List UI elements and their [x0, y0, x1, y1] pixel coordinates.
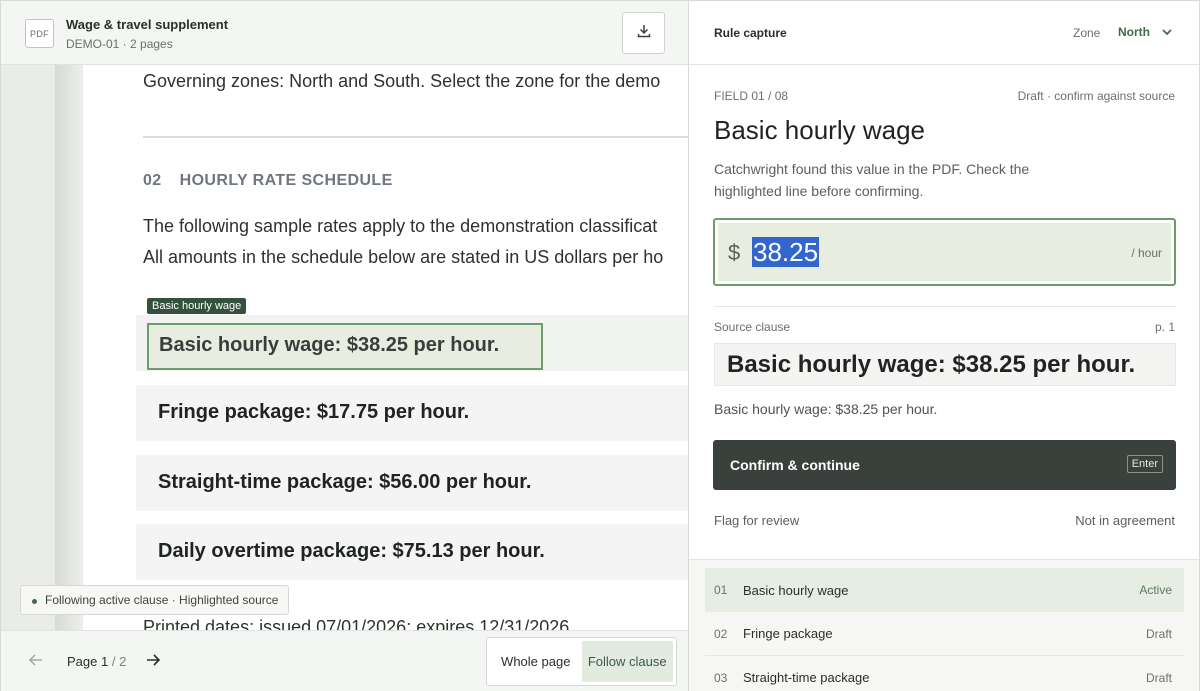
enter-key-hint: Enter — [1126, 455, 1163, 473]
arrow-left-icon — [28, 652, 44, 673]
rate-text-basic: Basic hourly wage: $38.25 per hour. — [159, 334, 500, 356]
next-page-button[interactable] — [142, 651, 164, 673]
intro-line-1: The following sample rates apply to the … — [143, 216, 658, 236]
value-amount[interactable]: 38.25 — [752, 237, 820, 267]
download-button[interactable] — [622, 12, 665, 54]
queue-item-number: 03 — [714, 670, 728, 685]
source-text: Basic hourly wage: $38.25 per hour. — [714, 401, 938, 417]
document-viewer: PDF Wage & travel supplement DEMO-01 · 2… — [0, 0, 689, 691]
active-clause-highlight[interactable]: Basic hourly wage: $38.25 per hour. — [147, 323, 543, 370]
previous-page-button[interactable] — [25, 651, 47, 673]
section-divider — [143, 136, 689, 138]
currency-symbol: $ — [728, 240, 741, 265]
source-snippet-image: Basic hourly wage: $38.25 per hour. — [714, 343, 1176, 386]
rate-line-straight-time[interactable]: Straight-time package: $56.00 per hour. — [136, 455, 689, 511]
page-total: 2 — [119, 654, 127, 669]
page-stage[interactable]: Governing zones: North and South. Select… — [1, 65, 689, 630]
confirm-continue-button[interactable]: Confirm & continue Enter — [713, 440, 1176, 490]
pdf-file-icon: PDF — [25, 19, 54, 48]
field-queue: 01 Basic hourly wage Active 02 Fringe pa… — [689, 559, 1199, 691]
section-title: HOURLY RATE SCHEDULE — [179, 172, 393, 189]
flag-for-review-link[interactable]: Flag for review — [714, 513, 799, 528]
queue-item[interactable]: 03 Straight-time package Draft — [705, 656, 1184, 691]
queue-item-number: 01 — [714, 583, 728, 597]
section-number: 02 — [143, 172, 162, 189]
queue-item-state: Draft — [1145, 670, 1172, 685]
field-title: Basic hourly wage — [714, 115, 925, 145]
queue-item-state: Active — [1139, 583, 1172, 597]
page-indicator: Page 1 / 2 — [67, 654, 126, 669]
page-gutter — [55, 65, 85, 630]
follow-status-text: Following active clause · Highlighted so… — [45, 593, 279, 607]
not-in-agreement-link[interactable]: Not in agreement — [1075, 513, 1175, 528]
field-description: Catchwright found this value in the PDF.… — [714, 161, 1030, 199]
queue-item-name: Fringe package — [743, 626, 833, 641]
panel-title: Rule capture — [714, 26, 787, 40]
value-unit: / hour — [1131, 246, 1162, 260]
document-meta: DEMO-01 · 2 pages — [66, 37, 173, 51]
status-dot-icon — [32, 599, 37, 604]
source-clause-label: Source clause — [714, 320, 791, 334]
rate-line-daily-overtime[interactable]: Daily overtime package: $75.13 per hour. — [136, 524, 689, 580]
follow-clause-button[interactable]: Follow clause — [581, 641, 673, 682]
field-counter: FIELD 01 / 08 — [714, 89, 789, 103]
queue-item-name: Straight-time package — [743, 670, 870, 685]
chevron-down-icon — [1162, 25, 1172, 39]
rate-text-straight-time: Straight-time package: $56.00 per hour. — [158, 471, 532, 493]
view-mode-toggle: Whole page Follow clause — [486, 637, 677, 686]
document-header: PDF Wage & travel supplement DEMO-01 · 2… — [1, 1, 689, 65]
queue-item-name: Basic hourly wage — [743, 582, 849, 598]
queue-item-state: Draft — [1145, 626, 1172, 641]
zones-text: Governing zones: North and South. Select… — [143, 71, 661, 91]
section-heading: 02 HOURLY RATE SCHEDULE — [143, 172, 393, 190]
confirm-label: Confirm & continue — [730, 457, 860, 473]
download-icon — [636, 23, 652, 44]
field-status: Draft · confirm against source — [1017, 89, 1175, 103]
arrow-right-icon — [145, 652, 161, 673]
panel-header: Rule capture Zone North — [689, 1, 1199, 65]
document-title: Wage & travel supplement — [66, 17, 229, 32]
rate-line-fringe[interactable]: Fringe package: $17.75 per hour. — [136, 385, 689, 441]
intro-line-2: All amounts in the schedule below are st… — [143, 247, 664, 267]
document-footer: Page 1 / 2 Whole page Follow clause — [1, 630, 689, 691]
page-label: Page — [67, 654, 101, 669]
highlight-tag: Basic hourly wage — [147, 298, 247, 314]
follow-status-chip: Following active clause · Highlighted so… — [20, 585, 290, 615]
zone-value: North — [1118, 25, 1150, 39]
zone-label: Zone — [1073, 26, 1101, 40]
page-separator: / — [108, 654, 120, 669]
queue-item[interactable]: 02 Fringe package Draft — [705, 612, 1184, 656]
pdf-page: Governing zones: North and South. Select… — [83, 65, 689, 630]
value-input[interactable]: $ 38.25 / hour — [713, 218, 1176, 286]
queue-item-number: 02 — [714, 626, 728, 641]
source-page: p. 1 — [1154, 320, 1175, 334]
rate-text-fringe: Fringe package: $17.75 per hour. — [158, 401, 470, 423]
queue-item[interactable]: 01 Basic hourly wage Active — [705, 568, 1184, 612]
rate-text-daily-overtime: Daily overtime package: $75.13 per hour. — [158, 540, 545, 562]
whole-page-button[interactable]: Whole page — [490, 641, 582, 682]
zone-select[interactable]: North — [1118, 25, 1172, 39]
panel-divider — [714, 306, 1176, 307]
rule-capture-panel: Rule capture Zone North FIELD 01 / 08 Dr… — [688, 0, 1200, 691]
printed-dates-text: Printed dates: issued 07/01/2026; expire… — [143, 617, 570, 630]
